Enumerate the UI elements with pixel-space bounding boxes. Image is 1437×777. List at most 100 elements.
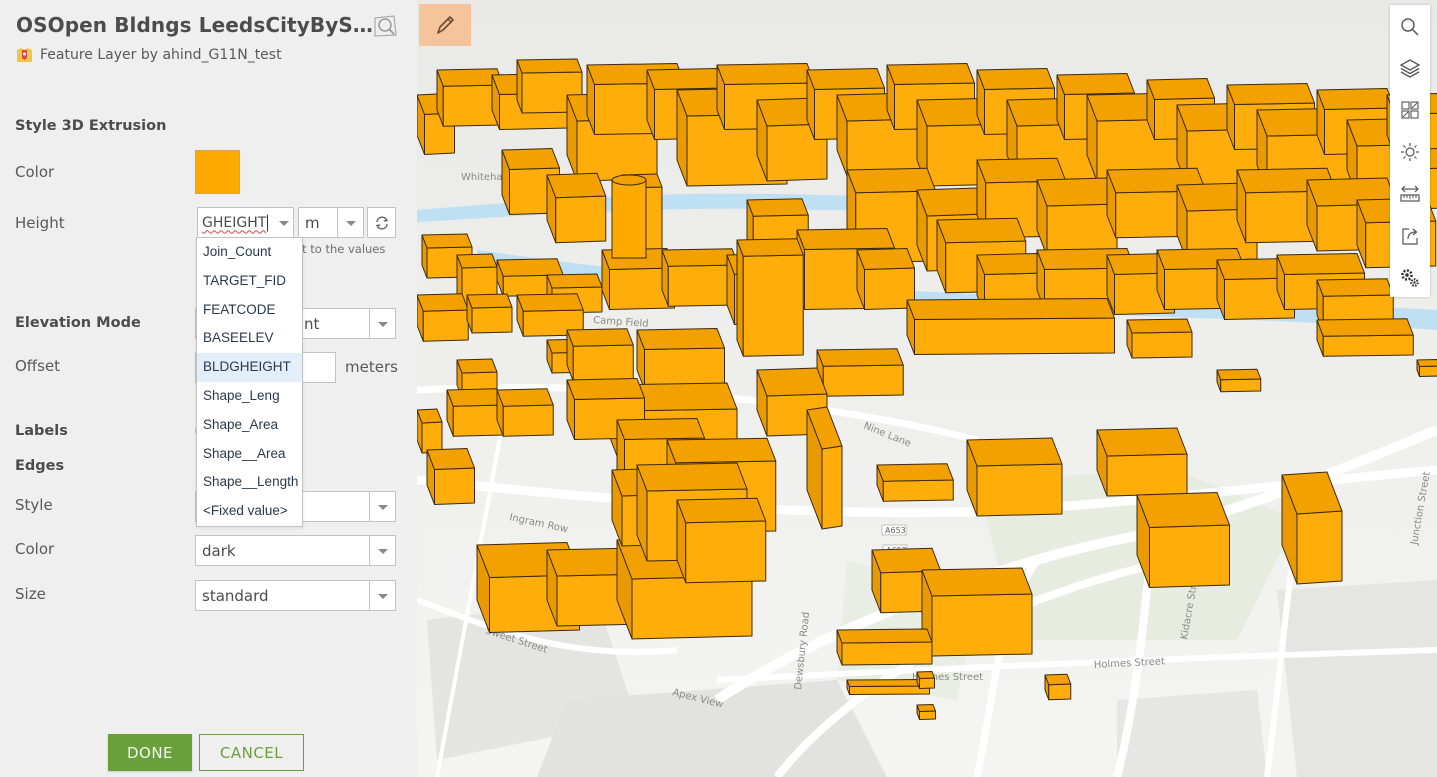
dropdown-option-highlighted[interactable]: BLDGHEIGHT — [197, 353, 302, 382]
building[interactable] — [1416, 359, 1437, 377]
3d-scene[interactable]: Ingram Row Sweet Street Apex View Dewsbu… — [417, 0, 1437, 777]
chevron-down-icon[interactable] — [369, 492, 395, 521]
building-roof — [456, 358, 498, 374]
feature-layer-icon — [17, 48, 32, 62]
building[interactable] — [636, 328, 725, 390]
share-button[interactable] — [1390, 216, 1430, 256]
dropdown-option[interactable]: BASEELEV — [197, 324, 302, 353]
height-field-dropdown[interactable]: Join_Count TARGET_FID FEATCODE BASEELEV … — [196, 237, 303, 527]
layers-button[interactable] — [1390, 48, 1430, 88]
building[interactable] — [1316, 318, 1414, 357]
basemap-gallery-button[interactable] — [1390, 90, 1430, 130]
height-unit-select[interactable]: m — [298, 207, 364, 238]
dropdown-option[interactable]: Shape_Leng — [197, 382, 302, 411]
building-wall — [1048, 683, 1072, 701]
building-roof — [976, 68, 1055, 90]
zoom-to-layer-icon[interactable] — [372, 14, 398, 38]
edit-button[interactable] — [419, 4, 471, 46]
building[interactable] — [916, 704, 936, 720]
daylight-button[interactable] — [1390, 132, 1430, 172]
dropdown-option[interactable]: TARGET_FID — [197, 267, 302, 296]
building[interactable] — [496, 388, 554, 437]
building-roof — [846, 167, 937, 194]
daylight-icon — [1401, 143, 1419, 161]
map-view[interactable]: Ingram Row Sweet Street Apex View Dewsbu… — [417, 0, 1437, 777]
building-wall — [1131, 331, 1193, 359]
building[interactable] — [1281, 471, 1343, 585]
building[interactable] — [1136, 492, 1230, 588]
dropdown-option[interactable]: <Fixed value> — [197, 497, 302, 526]
style-panel: OSOpen Bldngs LeedsCityByS… Feature Laye… — [0, 0, 417, 777]
building[interactable] — [446, 388, 504, 437]
edge-color-select[interactable]: dark — [195, 535, 396, 566]
building[interactable] — [1216, 368, 1262, 393]
chevron-down-icon[interactable] — [369, 536, 395, 565]
building[interactable] — [466, 293, 513, 334]
building[interactable] — [916, 671, 935, 689]
building-roof — [916, 671, 935, 679]
elevation-mode-heading: Elevation Mode — [15, 315, 141, 331]
building-roof — [1044, 673, 1072, 686]
building[interactable] — [856, 248, 915, 310]
building-wall — [1149, 524, 1230, 588]
chevron-down-icon[interactable] — [271, 208, 293, 237]
building[interactable] — [1044, 673, 1072, 701]
building[interactable] — [676, 497, 767, 584]
building[interactable] — [1036, 177, 1118, 257]
chevron-down-icon[interactable] — [369, 581, 395, 610]
building[interactable] — [966, 437, 1063, 517]
building[interactable] — [1096, 427, 1188, 497]
layer-owner-text: Feature Layer by ahind_G11N_test — [40, 47, 282, 63]
dropdown-option[interactable]: Join_Count — [197, 238, 302, 267]
height-field-input-text[interactable]: GHEIGHT — [202, 215, 266, 231]
settings-button[interactable] — [1390, 258, 1430, 298]
building[interactable] — [546, 172, 607, 244]
height-label: Height — [15, 214, 65, 232]
building[interactable] — [417, 408, 443, 454]
edge-size-select[interactable]: standard — [195, 580, 396, 611]
building[interactable] — [816, 348, 904, 397]
chevron-down-icon[interactable] — [337, 208, 363, 237]
dropdown-option[interactable]: Shape__Area — [197, 440, 302, 469]
building-roof — [496, 258, 564, 277]
building[interactable] — [417, 293, 469, 342]
building[interactable] — [836, 628, 933, 666]
building-roof — [921, 567, 1033, 597]
chevron-down-icon[interactable] — [369, 309, 395, 338]
building[interactable] — [611, 174, 647, 259]
building-roof — [616, 418, 705, 440]
block-area — [1277, 580, 1437, 777]
measure-button[interactable] — [1390, 174, 1430, 214]
building-roof — [976, 253, 1045, 275]
building[interactable] — [426, 448, 475, 505]
building-wall — [502, 404, 554, 437]
building[interactable] — [876, 463, 954, 502]
done-button[interactable]: DONE — [108, 734, 192, 771]
building-roof — [906, 298, 1115, 320]
dropdown-option[interactable]: Shape_Area — [197, 411, 302, 440]
building-wall — [849, 685, 930, 695]
building-roof — [746, 198, 809, 217]
cancel-button[interactable]: CANCEL — [199, 734, 304, 771]
building[interactable] — [906, 298, 1115, 355]
building-roof — [1416, 359, 1437, 367]
building[interactable] — [736, 238, 804, 357]
building[interactable] — [566, 328, 634, 382]
building-roof — [516, 58, 583, 74]
style-3d-extrusion-heading: Style 3D Extrusion — [15, 118, 167, 134]
dropdown-option[interactable]: Shape__Length — [197, 468, 302, 497]
building-roof — [611, 174, 647, 186]
dropdown-option[interactable]: FEATCODE — [197, 296, 302, 325]
building[interactable] — [1126, 318, 1193, 359]
building-wall — [914, 317, 1115, 355]
building-roof — [1096, 427, 1188, 457]
search-button[interactable] — [1390, 7, 1430, 47]
building[interactable] — [921, 567, 1033, 657]
height-field-combobox[interactable]: GHEIGHT — [197, 207, 294, 238]
color-swatch[interactable] — [195, 150, 240, 194]
refresh-button[interactable] — [367, 207, 396, 238]
refresh-icon — [375, 216, 388, 229]
road-label: Whitehall — [461, 172, 508, 183]
building-roof — [646, 68, 725, 90]
building-wall — [931, 593, 1033, 657]
